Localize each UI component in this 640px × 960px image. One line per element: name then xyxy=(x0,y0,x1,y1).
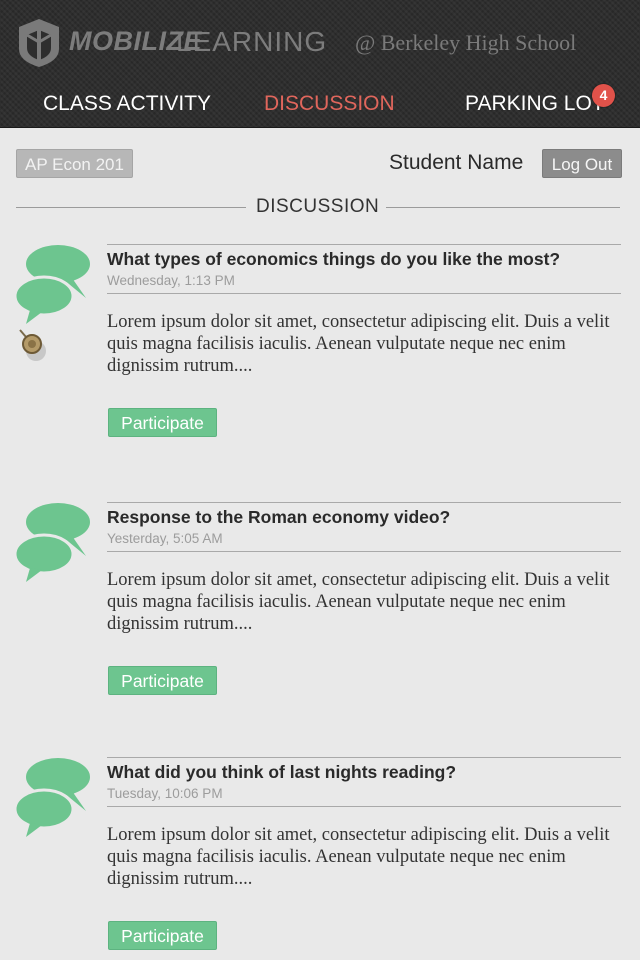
post-timestamp: Wednesday, 1:13 PM xyxy=(107,273,235,288)
course-button[interactable]: AP Econ 201 xyxy=(16,149,133,178)
section-title: DISCUSSION xyxy=(256,196,380,217)
participate-button[interactable]: Participate xyxy=(108,408,217,437)
post-body: Lorem ipsum dolor sit amet, consectetur … xyxy=(107,312,610,376)
brand-name-light: LEARNING xyxy=(176,26,328,57)
shield-logo-icon xyxy=(19,19,59,67)
post-divider xyxy=(107,551,621,552)
app-header: MOBILIZE LEARNING @ Berkeley High School… xyxy=(0,0,640,128)
student-name: Student Name xyxy=(389,151,524,174)
divider-right xyxy=(386,207,620,208)
post-divider-top xyxy=(107,502,621,503)
post-timestamp: Tuesday, 10:06 PM xyxy=(107,786,223,801)
chat-bubbles-icon xyxy=(14,503,90,582)
post-body: Lorem ipsum dolor sit amet, consectetur … xyxy=(107,570,610,634)
discussion-post: Response to the Roman economy video? Yes… xyxy=(0,502,640,742)
post-title[interactable]: What types of economics things do you li… xyxy=(107,249,560,270)
divider-left xyxy=(16,207,246,208)
chat-bubbles-icon xyxy=(14,758,90,837)
chat-bubbles-icon xyxy=(14,245,90,324)
post-divider-top xyxy=(107,757,621,758)
post-divider-top xyxy=(107,244,621,245)
tab-parking-lot[interactable]: PARKING LOT xyxy=(465,92,605,116)
post-divider xyxy=(107,806,621,807)
post-divider xyxy=(107,293,621,294)
discussion-post: What did you think of last nights readin… xyxy=(0,757,640,960)
post-timestamp: Yesterday, 5:05 AM xyxy=(107,531,223,546)
parking-lot-badge: 4 xyxy=(592,84,615,107)
post-title[interactable]: What did you think of last nights readin… xyxy=(107,762,456,783)
tab-discussion[interactable]: DISCUSSION xyxy=(264,92,395,116)
post-body: Lorem ipsum dolor sit amet, consectetur … xyxy=(107,825,610,889)
participate-button[interactable]: Participate xyxy=(108,921,217,950)
post-title[interactable]: Response to the Roman economy video? xyxy=(107,507,450,528)
discussion-post: What types of economics things do you li… xyxy=(0,244,640,484)
logout-button[interactable]: Log Out xyxy=(542,149,622,178)
tab-class-activity[interactable]: CLASS ACTIVITY xyxy=(43,92,211,116)
pushpin-icon xyxy=(19,329,46,361)
school-name: @ Berkeley High School xyxy=(355,30,577,55)
participate-button[interactable]: Participate xyxy=(108,666,217,695)
